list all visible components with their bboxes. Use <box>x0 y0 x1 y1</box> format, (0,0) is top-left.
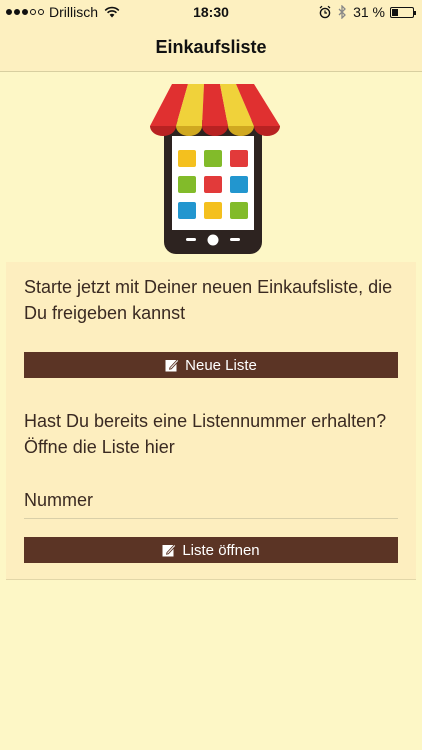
alarm-icon <box>319 5 331 19</box>
navigation-bar: Einkaufsliste <box>0 24 422 72</box>
edit-icon <box>165 358 180 372</box>
open-list-button-label: Liste öffnen <box>182 541 260 559</box>
list-number-input[interactable] <box>24 482 398 519</box>
new-list-button[interactable]: Neue Liste <box>24 352 398 378</box>
intro-text: Starte jetzt mit Deiner neuen Einkaufsli… <box>24 277 393 323</box>
bluetooth-icon <box>338 5 346 19</box>
page-title: Einkaufsliste <box>155 37 267 57</box>
battery-icon <box>390 6 416 18</box>
main-card: Starte jetzt mit Deiner neuen Einkaufsli… <box>6 262 416 580</box>
shop-phone-logo <box>150 84 280 254</box>
edit-icon <box>162 543 177 557</box>
new-list-button-label: Neue Liste <box>185 356 257 374</box>
battery-level <box>392 8 399 16</box>
open-list-button[interactable]: Liste öffnen <box>24 537 398 563</box>
prompt-text: Hast Du bereits eine Listennummer erhalt… <box>24 411 387 457</box>
status-right: 31 % <box>319 4 416 20</box>
status-bar: Drillisch 18:30 31 % <box>0 0 422 24</box>
battery-percentage: 31 % <box>353 4 385 20</box>
